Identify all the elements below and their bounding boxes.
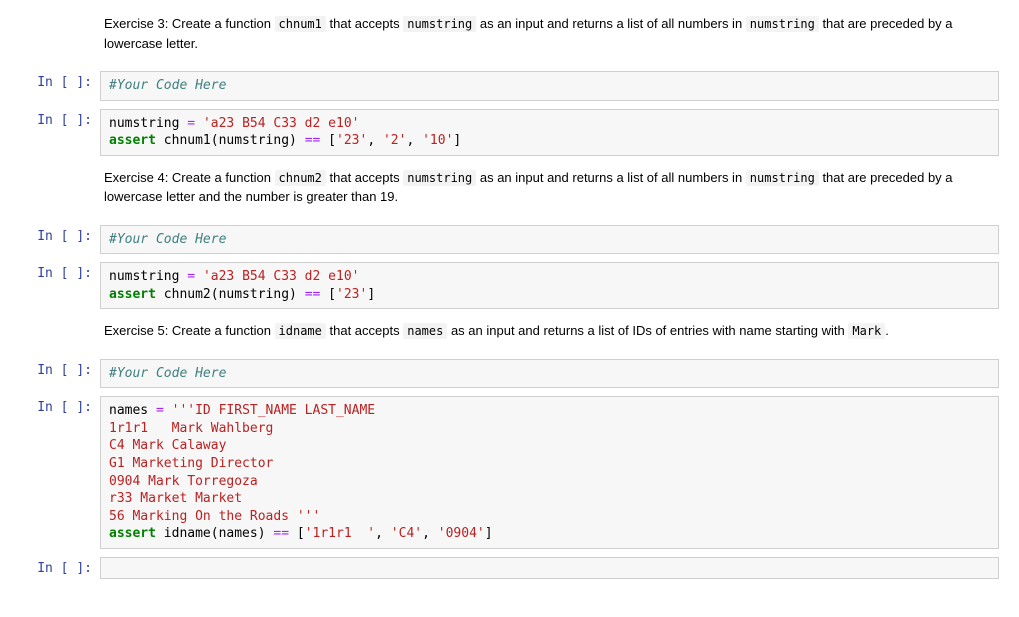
code-text: 1r1r1 Mark Wahlberg — [109, 421, 273, 436]
text: as an input and returns a list of all nu… — [476, 170, 746, 185]
text: that accepts — [326, 323, 403, 338]
code-text: == — [305, 287, 321, 302]
comment: #Your Code Here — [109, 78, 226, 93]
code-text: ] — [485, 526, 493, 541]
code-text: r33 Market Market — [109, 491, 242, 506]
code-text: = — [187, 116, 203, 131]
text: Exercise 4: Create a function — [104, 170, 275, 185]
code-text: chnum2(numstring) — [156, 287, 305, 302]
comment: #Your Code Here — [109, 232, 226, 247]
markdown-cell-ex3: Exercise 3: Create a function chnum1 tha… — [20, 10, 999, 63]
code-text: , — [375, 526, 391, 541]
code-text: , — [406, 133, 422, 148]
code-text: [ — [289, 526, 305, 541]
text: Exercise 5: Create a function — [104, 323, 275, 338]
inline-code: numstring — [746, 170, 819, 186]
code-cell-your-code-ex3[interactable]: In [ ]: #Your Code Here — [20, 71, 999, 101]
code-input[interactable]: names = '''ID FIRST_NAME LAST_NAME 1r1r1… — [100, 396, 999, 548]
code-input[interactable]: numstring = 'a23 B54 C33 d2 e10' assert … — [100, 262, 999, 309]
code-input[interactable]: #Your Code Here — [100, 71, 999, 101]
code-cell-ex3-test[interactable]: In [ ]: numstring = 'a23 B54 C33 d2 e10'… — [20, 109, 999, 156]
inline-code: numstring — [403, 170, 476, 186]
code-text: chnum1(numstring) — [156, 133, 305, 148]
inline-code: idname — [275, 323, 326, 339]
input-prompt: In [ ]: — [20, 262, 100, 309]
markdown-cell-ex4: Exercise 4: Create a function chnum2 tha… — [20, 164, 999, 217]
prompt-empty — [20, 164, 100, 217]
code-text: 0904 Mark Torregoza — [109, 474, 258, 489]
code-text: 'C4' — [391, 526, 422, 541]
prompt-empty — [20, 317, 100, 351]
comment: #Your Code Here — [109, 366, 226, 381]
code-text: == — [273, 526, 289, 541]
code-cell-empty[interactable]: In [ ]: — [20, 557, 999, 579]
inline-code: chnum1 — [275, 16, 326, 32]
text: Exercise 3: Create a function — [104, 16, 275, 31]
code-text: [ — [320, 133, 336, 148]
code-text: , — [422, 526, 438, 541]
code-text: '0904' — [438, 526, 485, 541]
code-text: C4 Mark Calaway — [109, 438, 226, 453]
code-text: , — [367, 133, 383, 148]
text: . — [885, 323, 889, 338]
markdown-body: Exercise 5: Create a function idname tha… — [100, 317, 999, 351]
code-text: = — [187, 269, 203, 284]
code-text: ] — [367, 287, 375, 302]
code-text: [ — [320, 287, 336, 302]
inline-code: numstring — [746, 16, 819, 32]
text: as an input and returns a list of IDs of… — [447, 323, 848, 338]
code-text: '1r1r1 ' — [305, 526, 375, 541]
input-prompt: In [ ]: — [20, 225, 100, 255]
markdown-body: Exercise 4: Create a function chnum2 tha… — [100, 164, 999, 217]
code-text: names — [109, 403, 156, 418]
code-text: assert — [109, 526, 156, 541]
code-text: 'a23 B54 C33 d2 e10' — [203, 116, 360, 131]
inline-code: numstring — [403, 16, 476, 32]
text: as an input and returns a list of all nu… — [476, 16, 746, 31]
code-text: ] — [453, 133, 461, 148]
code-text: '23' — [336, 133, 367, 148]
code-cell-your-code-ex4[interactable]: In [ ]: #Your Code Here — [20, 225, 999, 255]
code-input[interactable] — [100, 557, 999, 579]
input-prompt: In [ ]: — [20, 359, 100, 389]
code-text: G1 Marketing Director — [109, 456, 273, 471]
markdown-body: Exercise 3: Create a function chnum1 tha… — [100, 10, 999, 63]
code-text: '10' — [422, 133, 453, 148]
prompt-empty — [20, 10, 100, 63]
code-text: idname(names) — [156, 526, 273, 541]
code-text: 'a23 B54 C33 d2 e10' — [203, 269, 360, 284]
code-text: '23' — [336, 287, 367, 302]
input-prompt: In [ ]: — [20, 71, 100, 101]
code-text: assert — [109, 287, 156, 302]
code-cell-ex4-test[interactable]: In [ ]: numstring = 'a23 B54 C33 d2 e10'… — [20, 262, 999, 309]
code-text: numstring — [109, 269, 187, 284]
inline-code: chnum2 — [275, 170, 326, 186]
code-text: == — [305, 133, 321, 148]
code-text: '''ID FIRST_NAME LAST_NAME — [172, 403, 376, 418]
code-cell-ex5-test[interactable]: In [ ]: names = '''ID FIRST_NAME LAST_NA… — [20, 396, 999, 548]
code-cell-your-code-ex5[interactable]: In [ ]: #Your Code Here — [20, 359, 999, 389]
input-prompt: In [ ]: — [20, 557, 100, 579]
code-input[interactable]: #Your Code Here — [100, 359, 999, 389]
markdown-cell-ex5: Exercise 5: Create a function idname tha… — [20, 317, 999, 351]
text: that accepts — [326, 16, 403, 31]
code-input[interactable]: numstring = 'a23 B54 C33 d2 e10' assert … — [100, 109, 999, 156]
code-text: = — [156, 403, 172, 418]
inline-code: Mark — [848, 323, 885, 339]
inline-code: names — [403, 323, 447, 339]
input-prompt: In [ ]: — [20, 109, 100, 156]
code-text: assert — [109, 133, 156, 148]
code-text: numstring — [109, 116, 187, 131]
code-text: 56 Marking On the Roads ''' — [109, 509, 320, 524]
code-text: '2' — [383, 133, 406, 148]
text: that accepts — [326, 170, 403, 185]
code-input[interactable]: #Your Code Here — [100, 225, 999, 255]
input-prompt: In [ ]: — [20, 396, 100, 548]
